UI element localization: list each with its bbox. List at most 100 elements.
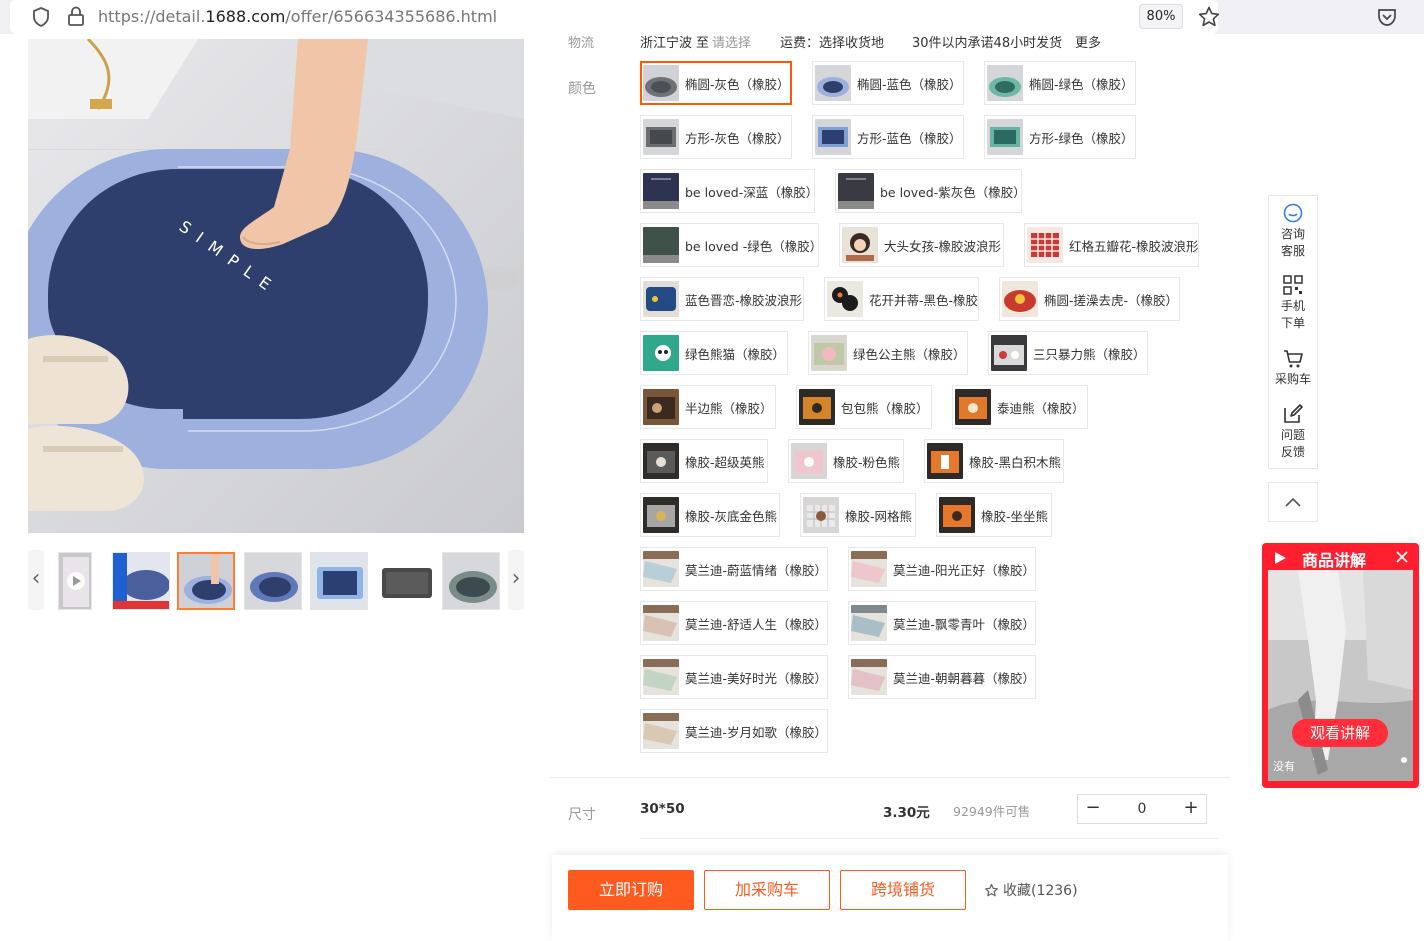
color-option-green-princess-bear[interactable]: 绿色公主熊（橡胶） (808, 331, 968, 375)
favorite-button[interactable]: 收藏(1236) (984, 880, 1078, 900)
thumbnail-7[interactable] (442, 552, 500, 610)
thumbnail-4[interactable] (244, 552, 302, 610)
color-option-label: be loved-深蓝（橡胶） (685, 184, 819, 200)
color-option-label: be loved -绿色（橡胶） (685, 238, 823, 254)
url-text[interactable]: https://detail.1688.com/offer/6566343556… (98, 7, 497, 26)
swatch-image (939, 497, 975, 533)
color-option-sitting-bear[interactable]: 橡胶-坐坐熊 (936, 493, 1052, 537)
address-bar[interactable]: https://detail.1688.com/offer/6566343556… (10, 0, 1221, 34)
zoom-level-button[interactable]: 80% (1139, 4, 1183, 29)
color-option-label: 莫兰迪-朝朝暮暮（橡胶） (893, 670, 1036, 686)
customer-service-button[interactable]: 咨询 客服 (1269, 202, 1317, 260)
color-option-morandi-day-night[interactable]: 莫兰迪-朝朝暮暮（橡胶） (848, 655, 1036, 699)
color-option-square-gray[interactable]: 方形-灰色（橡胶） (640, 115, 792, 159)
color-option-three-violent-bears[interactable]: 三只暴力熊（橡胶） (988, 331, 1148, 375)
size-value: 30*50 (640, 801, 685, 817)
thumbnail-strip: ‹ › (28, 548, 524, 614)
quantity-plus-button[interactable]: + (1176, 795, 1206, 823)
quantity-input[interactable]: 0 (1108, 795, 1176, 823)
swatch-image (815, 119, 851, 155)
color-option-oval-tiger[interactable]: 椭圆-搓澡去虎-（橡胶） (999, 277, 1180, 321)
thumbnail-video[interactable] (58, 552, 92, 610)
swatch-image (643, 119, 679, 155)
color-option-teddy-bear[interactable]: 泰迪熊（橡胶） (952, 385, 1088, 429)
color-option-label: 红格五瓣花-橡胶波浪形 (1069, 238, 1199, 254)
pocket-icon[interactable] (1376, 6, 1398, 28)
video-preview[interactable]: 没有 (1268, 570, 1413, 781)
watch-explanation-button[interactable]: 观看讲解 (1292, 719, 1388, 747)
color-option-half-bear[interactable]: 半边熊（橡胶） (640, 385, 776, 429)
back-to-top-button[interactable] (1268, 482, 1318, 522)
destination-select[interactable]: 请选择 (712, 32, 751, 50)
swatch-image (827, 281, 863, 317)
thumbnail-6[interactable] (378, 552, 436, 610)
swatch-image (1002, 281, 1038, 317)
widget-title: 商品讲解 (1302, 551, 1367, 570)
play-icon (1275, 552, 1286, 564)
swatch-image (851, 659, 887, 695)
swatch-image (643, 443, 679, 479)
lock-icon[interactable] (67, 6, 85, 26)
quantity-minus-button[interactable]: − (1078, 795, 1108, 823)
bottom-action-bar: 立即订购 加采购车 跨境铺货 收藏(1236) (552, 855, 1228, 941)
swatch-image (643, 173, 679, 209)
color-option-morandi-sunny[interactable]: 莫兰迪-阳光正好（橡胶） (848, 547, 1036, 591)
thumbnail-prev-button[interactable]: ‹ (28, 550, 44, 610)
color-option-bag-bear[interactable]: 包包熊（橡胶） (796, 385, 932, 429)
swatch-image (987, 119, 1023, 155)
color-option-super-hero-bear[interactable]: 橡胶-超级英熊 (640, 439, 768, 483)
divider (550, 777, 1230, 778)
add-to-cart-button[interactable]: 加采购车 (704, 870, 830, 910)
purchase-cart-button[interactable]: 采购车 (1269, 347, 1317, 388)
color-option-oval-blue[interactable]: 椭圆-蓝色（橡胶） (812, 61, 964, 105)
favorite-count: 收藏(1236) (1003, 883, 1078, 899)
browser-toolbar: https://detail.1688.com/offer/6566343556… (0, 0, 1424, 34)
color-option-blue-love[interactable]: 蓝色晋恋-橡胶波浪形 (640, 277, 804, 321)
color-option-beloved-navy[interactable]: be loved-深蓝（橡胶） (640, 169, 819, 213)
color-option-label: 泰迪熊（橡胶） (997, 400, 1085, 416)
color-option-twin-flower-black[interactable]: 花开并蒂-黑色-橡胶 (824, 277, 979, 321)
swatch-image (643, 281, 679, 317)
color-option-label: 椭圆-蓝色（橡胶） (857, 76, 962, 92)
color-option-red-plaid-flower[interactable]: 红格五瓣花-橡胶波浪形 (1024, 223, 1199, 267)
color-option-black-white-block-bear[interactable]: 橡胶-黑白积木熊 (924, 439, 1064, 483)
color-option-green-panda[interactable]: 绿色熊猫（橡胶） (640, 331, 788, 375)
color-option-morandi-years-song[interactable]: 莫兰迪-岁月如歌（橡胶） (640, 709, 828, 753)
swatch-image (851, 605, 887, 641)
color-option-beloved-purple-gray[interactable]: be loved-紫灰色（橡胶） (835, 169, 1026, 213)
logistics-more-link[interactable]: 更多 (1075, 32, 1101, 50)
color-option-beloved-green[interactable]: be loved -绿色（橡胶） (640, 223, 823, 267)
feedback-button[interactable]: 问题 反馈 (1269, 403, 1317, 461)
color-option-pink-bear[interactable]: 橡胶-粉色熊 (788, 439, 904, 483)
thumbnail-5[interactable] (310, 552, 368, 610)
color-option-gray-gold-bear[interactable]: 橡胶-灰底金色熊 (640, 493, 780, 537)
thumbnail-3-selected[interactable] (177, 552, 235, 610)
product-main-image[interactable]: SIMPLE (28, 39, 524, 533)
buy-now-button[interactable]: 立即订购 (568, 870, 694, 910)
color-option-morandi-leaf[interactable]: 莫兰迪-飘零青叶（橡胶） (848, 601, 1036, 645)
divider (640, 838, 1218, 839)
color-option-label: 莫兰迪-蔚蓝情绪（橡胶） (685, 562, 828, 578)
cross-border-button[interactable]: 跨境铺货 (840, 870, 966, 910)
bookmark-star-icon[interactable] (1197, 5, 1221, 29)
swatch-image (851, 551, 887, 587)
thumbnail-next-button[interactable]: › (508, 550, 524, 610)
close-icon[interactable] (1395, 550, 1409, 564)
color-option-grid-bear[interactable]: 橡胶-网格熊 (800, 493, 916, 537)
swatch-image (643, 605, 679, 641)
product-explanation-widget[interactable]: 商品讲解 没有 观看讲解 (1262, 543, 1419, 788)
color-option-morandi-azure[interactable]: 莫兰迪-蔚蓝情绪（橡胶） (640, 547, 828, 591)
color-option-square-green[interactable]: 方形-绿色（橡胶） (984, 115, 1136, 159)
color-option-big-head-girl[interactable]: 大头女孩-橡胶波浪形 (839, 223, 1004, 267)
color-option-oval-gray[interactable]: 椭圆-灰色（橡胶） (640, 61, 792, 105)
color-option-square-blue[interactable]: 方形-蓝色（橡胶） (812, 115, 964, 159)
color-option-morandi-comfort[interactable]: 莫兰迪-舒适人生（橡胶） (640, 601, 828, 645)
shield-icon[interactable] (32, 7, 50, 27)
swatch-image (643, 551, 679, 587)
color-option-morandi-good-time[interactable]: 莫兰迪-美好时光（橡胶） (640, 655, 828, 699)
color-option-label: 蓝色晋恋-橡胶波浪形 (685, 292, 803, 308)
mobile-order-button[interactable]: 手机 下单 (1269, 274, 1317, 332)
bath-mat-photo: SIMPLE (28, 39, 524, 533)
color-option-oval-green[interactable]: 椭圆-绿色（橡胶） (984, 61, 1136, 105)
thumbnail-2[interactable] (112, 552, 170, 610)
